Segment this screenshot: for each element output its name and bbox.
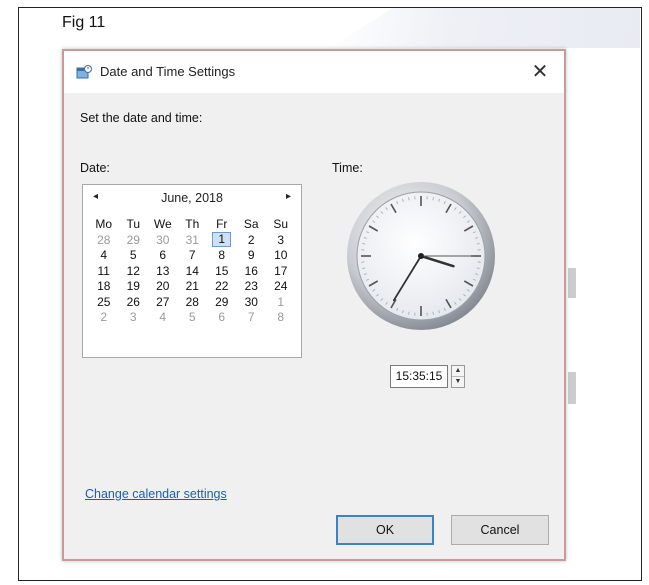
weekday-label: Tu [126,216,141,231]
calendar-day[interactable]: 3 [266,232,296,248]
calendar-day[interactable]: 7 [178,248,208,264]
calendar-day[interactable]: 2 [89,310,119,326]
weekday-label: Fr [216,216,228,231]
calendar-day[interactable]: 8 [266,310,296,326]
clock-center [418,253,424,259]
calendar-day[interactable]: 30 [148,232,178,248]
calendar-day[interactable]: 22 [207,279,237,295]
calendar-day[interactable]: 14 [178,263,208,279]
calendar-day[interactable]: 31 [178,232,208,248]
spin-up-icon[interactable]: ▲ [452,366,464,377]
calendar-day[interactable]: 20 [148,279,178,295]
calendar-week-row: 28 29 30 31 1 2 3 [89,232,296,248]
calendar-day[interactable]: 8 [207,248,237,264]
time-label: Time: [332,161,363,175]
calendar-day[interactable]: 21 [178,279,208,295]
calendar-header: ◂ June, 2018 ▸ [83,191,301,209]
date-time-dialog: Date and Time Settings ✕ Set the date an… [62,49,566,561]
calendar-day[interactable]: 6 [148,248,178,264]
calendar-day[interactable]: 12 [119,263,149,279]
weekday-label: Th [185,216,200,231]
dialog-title: Date and Time Settings [100,64,236,79]
close-icon: ✕ [531,61,549,83]
calendar-day[interactable]: 7 [237,310,267,326]
calendar-day[interactable]: 29 [207,294,237,310]
title-bar: Date and Time Settings ✕ [64,51,564,93]
calendar-day[interactable]: 10 [266,248,296,264]
time-input[interactable]: 15:35:15 [390,365,448,388]
calendar-day[interactable]: 4 [148,310,178,326]
close-button[interactable]: ✕ [526,59,554,85]
calendar-day[interactable]: 29 [119,232,149,248]
calendar-day[interactable]: 25 [89,294,119,310]
calendar-day[interactable]: 9 [237,248,267,264]
chevron-right-icon[interactable]: ▸ [286,191,291,202]
weekday-label: Su [273,216,289,231]
calendar-day[interactable]: 16 [237,263,267,279]
calendar-day[interactable]: 11 [89,263,119,279]
time-spinner[interactable]: ▲ ▼ [451,365,465,388]
calendar-day[interactable]: 15 [207,263,237,279]
calendar-day[interactable]: 5 [119,248,149,264]
calendar-day[interactable]: 26 [119,294,149,310]
calendar: ◂ June, 2018 ▸ Mo Tu We Th Fr Sa Su 28 29 30 31 1 2… [82,184,302,358]
calendar-day[interactable]: 3 [119,310,149,326]
weekday-label: We [153,216,172,231]
selected-day-label: 1 [212,232,232,248]
spin-down-icon[interactable]: ▼ [452,377,464,387]
calendar-day-selected[interactable]: 1 [207,232,237,248]
calendar-day[interactable]: 1 [266,294,296,310]
calendar-body: 28 29 30 31 1 2 3 4 5 6 7 8 9 10 11 12 13 14 15 16 17 18 19 20 2… [89,232,296,325]
clock-face [347,182,495,330]
weekday-label: Sa [243,216,259,231]
background-edge [568,372,576,404]
cancel-button[interactable]: Cancel [451,515,549,545]
calendar-day[interactable]: 24 [266,279,296,295]
calendar-day[interactable]: 6 [207,310,237,326]
calendar-day[interactable]: 19 [119,279,149,295]
calendar-day[interactable]: 2 [237,232,267,248]
month-title[interactable]: June, 2018 [83,191,301,205]
dialog-heading: Set the date and time: [80,111,203,125]
figure-label: Fig 11 [62,14,106,31]
background-edge [568,268,576,298]
calendar-day[interactable]: 30 [237,294,267,310]
calendar-week-row: 11 12 13 14 15 16 17 [89,263,296,279]
calendar-day[interactable]: 28 [178,294,208,310]
calendar-day[interactable]: 4 [89,248,119,264]
weekday-label: Mo [95,216,113,231]
calendar-day[interactable]: 13 [148,263,178,279]
calendar-week-row: 4 5 6 7 8 9 10 [89,248,296,264]
calendar-day[interactable]: 28 [89,232,119,248]
weekday-header-row: Mo Tu We Th Fr Sa Su [89,215,296,232]
change-calendar-settings-link[interactable]: Change calendar settings [85,487,227,501]
calendar-day[interactable]: 17 [266,263,296,279]
analog-clock [345,180,497,332]
calendar-day[interactable]: 27 [148,294,178,310]
calendar-clock-icon [76,65,92,79]
calendar-day[interactable]: 23 [237,279,267,295]
calendar-grid: Mo Tu We Th Fr Sa Su 28 29 30 31 1 2 3 4 5 6 7 8 9 10 11 12 13… [89,215,296,325]
calendar-week-row: 25 26 27 28 29 30 1 [89,294,296,310]
date-label: Date: [80,161,110,175]
ok-button[interactable]: OK [336,515,434,545]
calendar-week-row: 18 19 20 21 22 23 24 [89,279,296,295]
calendar-day[interactable]: 5 [178,310,208,326]
calendar-week-row: 2345678 [89,310,296,326]
calendar-day[interactable]: 18 [89,279,119,295]
